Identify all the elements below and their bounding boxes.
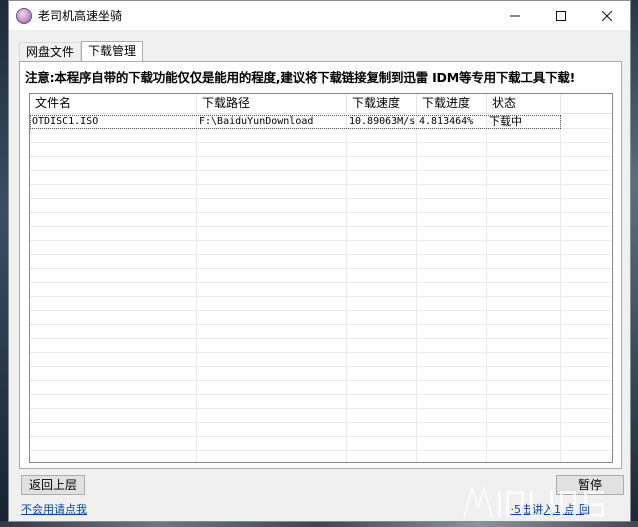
cell-progress: 4.813464% — [419, 116, 474, 127]
minimize-button[interactable] — [492, 1, 538, 31]
cell-filename: OTDISC1.ISO — [32, 116, 99, 127]
list-header: 文件名 下载路径 下载速度 下载进度 状态 — [30, 94, 612, 114]
close-icon — [602, 10, 612, 21]
column-header-speed[interactable]: 下载速度 — [347, 94, 417, 114]
tab-netdisk-files[interactable]: 网盘文件 — [19, 42, 82, 61]
cell-path: F:\BaiduYunDownload — [199, 116, 314, 127]
window-title: 老司机高速坐骑 — [38, 9, 123, 23]
tab-strip: 网盘文件 下载管理 — [19, 41, 144, 62]
cell-speed: 10.89063M/s — [349, 116, 416, 127]
download-manager-panel: 注意:本程序自带的下载功能仅仅是能用的程度,建议将下载链接复制到迅雷 IDM等专… — [19, 61, 622, 469]
app-icon — [16, 7, 32, 24]
cell-status: 下载中 — [489, 115, 522, 128]
app-window: 老司机高速坐骑 网盘文件 下载管理 注意:本程序自带的下载功能仅仅是能用的程度,… — [8, 0, 631, 522]
table-row[interactable]: OTDISC1.ISO F:\BaiduYunDownload 10.89063… — [30, 115, 561, 129]
minimize-icon — [510, 15, 520, 16]
tab-download-manager[interactable]: 下载管理 — [81, 41, 144, 62]
right-link[interactable]: ·5击讲入1 点 回 — [511, 501, 591, 517]
column-header-path[interactable]: 下载路径 — [197, 94, 347, 114]
maximize-button[interactable] — [538, 1, 584, 31]
column-header-filename[interactable]: 文件名 — [30, 94, 197, 114]
notice-text: 注意:本程序自带的下载功能仅仅是能用的程度,建议将下载链接复制到迅雷 IDM等专… — [25, 70, 576, 85]
pause-button[interactable]: 暂停 — [556, 475, 624, 495]
title-bar[interactable]: 老司机高速坐骑 — [9, 1, 630, 31]
download-list[interactable]: 文件名 下载路径 下载速度 下载进度 状态 OTDISC1.ISO F:\Bai… — [29, 93, 613, 463]
maximize-icon — [556, 10, 566, 21]
back-button[interactable]: 返回上层 — [21, 475, 85, 495]
column-header-status[interactable]: 状态 — [487, 94, 561, 114]
help-link[interactable]: 不会用请点我 — [21, 501, 87, 517]
list-body: OTDISC1.ISO F:\BaiduYunDownload 10.89063… — [30, 115, 612, 462]
column-header-progress[interactable]: 下载进度 — [417, 94, 487, 114]
close-button[interactable] — [584, 1, 630, 31]
